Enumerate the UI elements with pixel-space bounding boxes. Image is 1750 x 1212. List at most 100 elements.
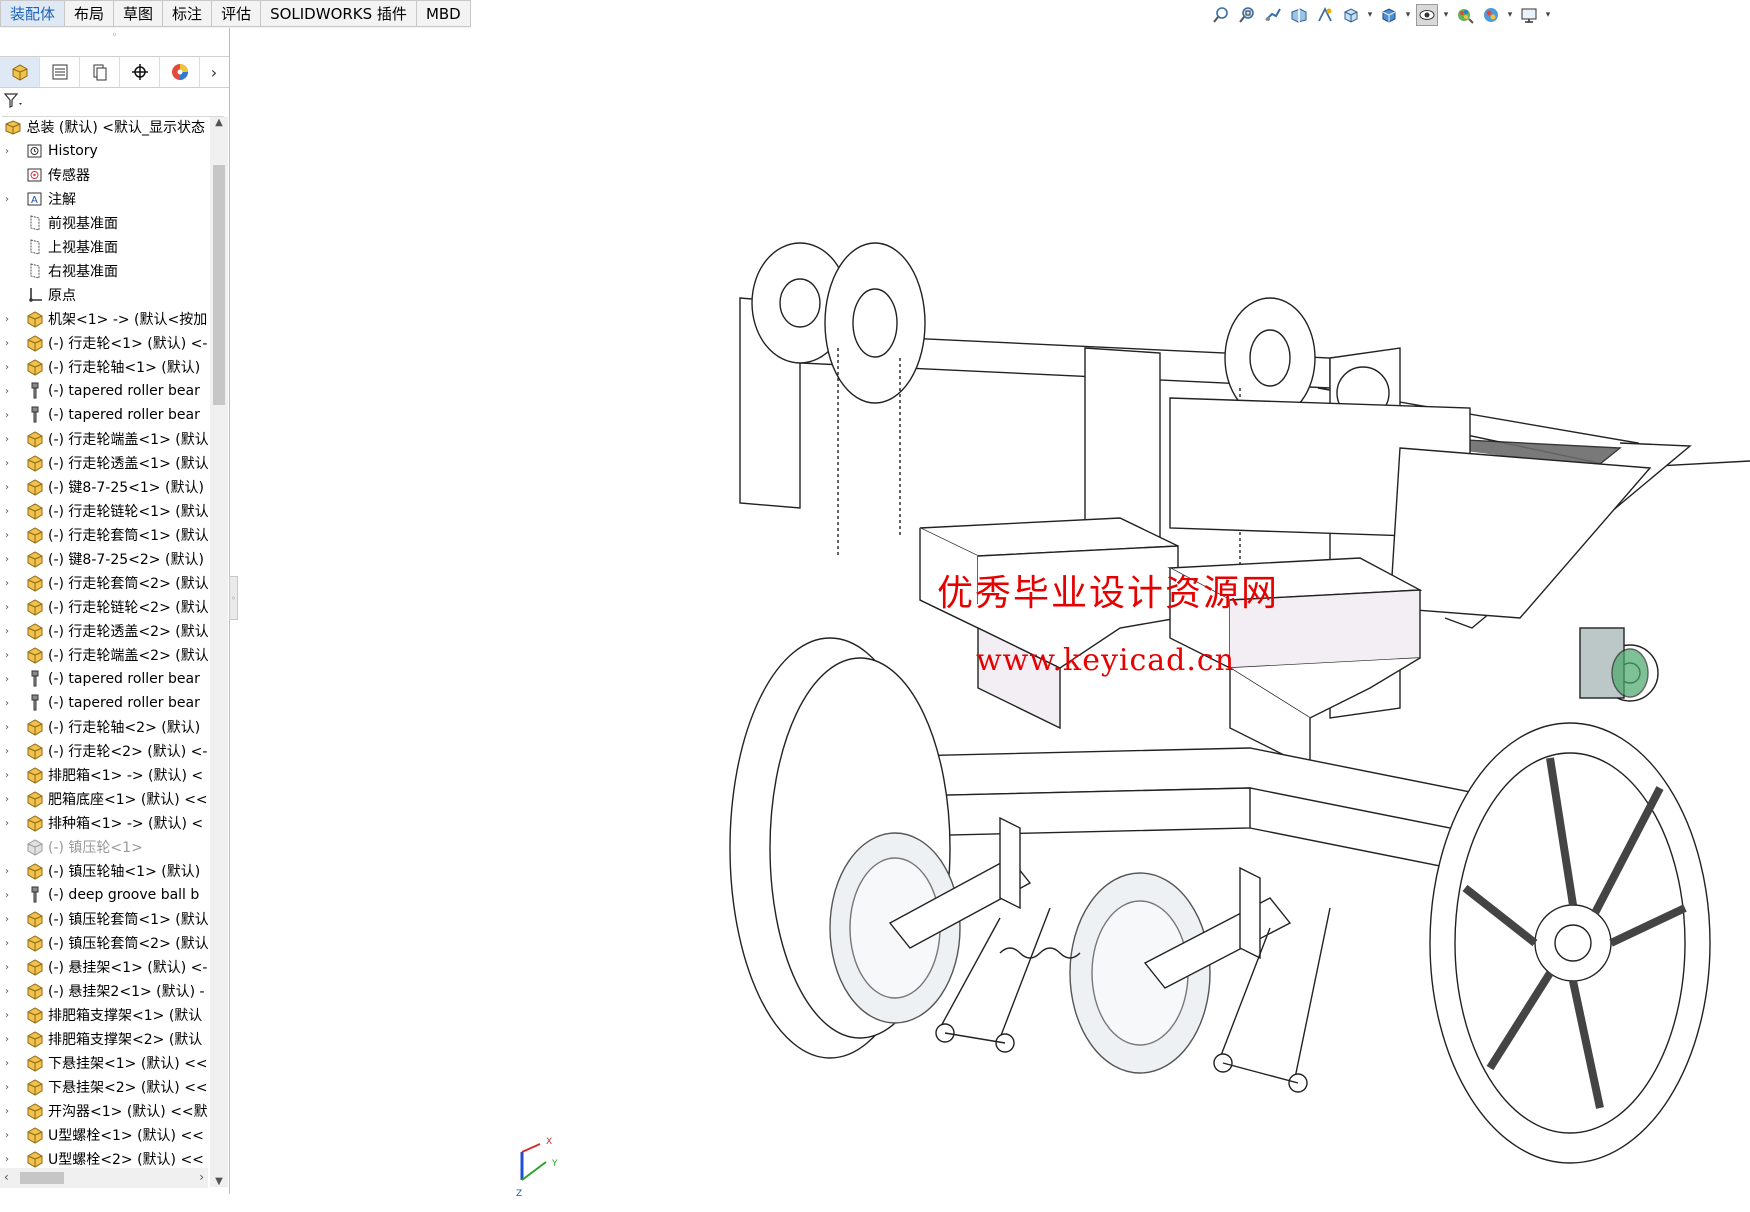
expand-arrow-icon[interactable]: › [0, 770, 14, 781]
expand-arrow-icon[interactable]: › [0, 746, 14, 757]
view-orientation-icon[interactable] [1340, 4, 1362, 26]
tree-item[interactable]: › (-) 行走轮<2> (默认) <- [0, 739, 208, 763]
expand-arrow-icon[interactable]: › [0, 986, 14, 997]
tree-item[interactable]: › (-) 行走轮套筒<2> (默认 [0, 571, 208, 595]
tree-item[interactable]: › History [0, 139, 208, 163]
zoom-area-icon[interactable] [1236, 4, 1258, 26]
tree-horizontal-scrollbar[interactable]: ‹ › [0, 1168, 208, 1188]
tree-item[interactable]: › (-) 行走轮轴<2> (默认) [0, 715, 208, 739]
tree-item[interactable]: › (-) 行走轮链轮<1> (默认 [0, 499, 208, 523]
zoom-to-fit-icon[interactable] [1210, 4, 1232, 26]
tree-item[interactable]: › (-) 行走轮透盖<1> (默认 [0, 451, 208, 475]
apply-scene-icon[interactable] [1480, 4, 1502, 26]
tab-sketch[interactable]: 草图 [114, 0, 164, 27]
expand-arrow-icon[interactable]: › [0, 1106, 14, 1117]
tree-item[interactable]: › (-) 键8-7-25<1> (默认) [0, 475, 208, 499]
feature-filter[interactable] [2, 86, 224, 117]
tree-vertical-scrollbar[interactable]: ▲ ▼ [210, 117, 228, 1187]
tree-item[interactable]: › (-) 行走轮端盖<1> (默认 [0, 427, 208, 451]
scroll-right-arrow[interactable]: › [199, 1170, 204, 1184]
expand-arrow-icon[interactable]: › [0, 338, 14, 349]
expand-arrow-icon[interactable]: › [0, 194, 14, 205]
expand-arrow-icon[interactable]: › [0, 1034, 14, 1045]
scroll-thumb[interactable] [213, 165, 225, 405]
expand-arrow-icon[interactable]: › [0, 410, 14, 421]
featuremanager-tab[interactable] [0, 57, 40, 87]
expand-arrow-icon[interactable]: › [0, 1082, 14, 1093]
expand-arrow-icon[interactable]: › [0, 1154, 14, 1165]
configurationmanager-tab[interactable] [80, 57, 120, 87]
tree-item[interactable]: › (-) 行走轮套筒<1> (默认 [0, 523, 208, 547]
tree-item[interactable]: 右视基准面 [0, 259, 208, 283]
tab-assembly[interactable]: 装配体 [0, 0, 66, 27]
tree-root-assembly[interactable]: 总装 (默认) <默认_显示状态 [4, 117, 205, 139]
expand-arrow-icon[interactable]: › [0, 698, 14, 709]
expand-arrow-icon[interactable]: › [0, 674, 14, 685]
tab-evaluate[interactable]: 评估 [212, 0, 262, 27]
tree-item[interactable]: › (-) 行走轮透盖<2> (默认 [0, 619, 208, 643]
tab-solidworks-addins[interactable]: SOLIDWORKS 插件 [261, 0, 417, 27]
view-settings-icon[interactable] [1518, 4, 1540, 26]
tree-item[interactable]: › (-) tapered roller bear [0, 379, 208, 403]
tree-item[interactable]: › A 注解 [0, 187, 208, 211]
panel-tabs-more-button[interactable]: › [200, 57, 228, 87]
tree-item[interactable]: › (-) 镇压轮轴<1> (默认) [0, 859, 208, 883]
expand-arrow-icon[interactable]: › [0, 602, 14, 613]
tree-item[interactable]: › (-) 行走轮轴<1> (默认) [0, 355, 208, 379]
section-view-icon[interactable] [1288, 4, 1310, 26]
tree-item[interactable]: 上视基准面 [0, 235, 208, 259]
graphics-area[interactable]: 优秀毕业设计资源网 www.keyicad.cn X Y Z [240, 28, 1750, 1199]
tree-item[interactable]: 前视基准面 [0, 211, 208, 235]
tree-item[interactable]: › (-) tapered roller bear [0, 691, 208, 715]
scroll-up-arrow[interactable]: ▲ [210, 117, 228, 128]
previous-view-icon[interactable] [1262, 4, 1284, 26]
apply-scene-dropdown[interactable]: ▾ [1506, 10, 1514, 20]
tree-item[interactable]: › 排肥箱支撑架<1> (默认 [0, 1003, 208, 1027]
displaymanager-tab[interactable] [160, 57, 200, 87]
expand-arrow-icon[interactable]: › [0, 938, 14, 949]
tree-item[interactable]: › (-) 行走轮<1> (默认) <- [0, 331, 208, 355]
expand-arrow-icon[interactable]: › [0, 578, 14, 589]
tree-item[interactable]: 原点 [0, 283, 208, 307]
tree-item[interactable]: › (-) tapered roller bear [0, 403, 208, 427]
tree-item[interactable]: › (-) 镇压轮套筒<1> (默认 [0, 907, 208, 931]
expand-arrow-icon[interactable]: › [0, 1130, 14, 1141]
tab-mbd[interactable]: MBD [416, 0, 471, 27]
expand-arrow-icon[interactable]: › [0, 650, 14, 661]
tree-item[interactable]: › 下悬挂架<2> (默认) << [0, 1075, 208, 1099]
expand-arrow-icon[interactable]: › [0, 794, 14, 805]
tree-item[interactable]: › 排种箱<1> -> (默认) < [0, 811, 208, 835]
expand-arrow-icon[interactable]: › [0, 914, 14, 925]
expand-arrow-icon[interactable]: › [0, 890, 14, 901]
expand-arrow-icon[interactable]: › [0, 146, 14, 157]
tree-item[interactable]: 传感器 [0, 163, 208, 187]
hide-show-dropdown[interactable]: ▾ [1442, 10, 1450, 20]
expand-arrow-icon[interactable]: › [0, 722, 14, 733]
tree-item[interactable]: › (-) deep groove ball b [0, 883, 208, 907]
dynamic-annotation-icon[interactable] [1314, 4, 1336, 26]
expand-arrow-icon[interactable]: › [0, 506, 14, 517]
expand-arrow-icon[interactable]: › [0, 1058, 14, 1069]
expand-arrow-icon[interactable]: › [0, 434, 14, 445]
expand-arrow-icon[interactable]: › [0, 362, 14, 373]
expand-arrow-icon[interactable]: › [0, 458, 14, 469]
expand-arrow-icon[interactable]: › [0, 818, 14, 829]
tree-item[interactable]: › (-) tapered roller bear [0, 667, 208, 691]
tree-item[interactable]: › (-) 行走轮链轮<2> (默认 [0, 595, 208, 619]
display-style-icon[interactable] [1378, 4, 1400, 26]
tree-item[interactable]: › (-) 键8-7-25<2> (默认) [0, 547, 208, 571]
expand-arrow-icon[interactable]: › [0, 554, 14, 565]
expand-arrow-icon[interactable]: › [0, 962, 14, 973]
scroll-down-arrow[interactable]: ▼ [210, 1176, 228, 1187]
view-settings-dropdown[interactable]: ▾ [1544, 10, 1552, 20]
tree-item[interactable]: › 排肥箱支撑架<2> (默认 [0, 1027, 208, 1051]
expand-arrow-icon[interactable]: › [0, 386, 14, 397]
hscroll-thumb[interactable] [20, 1172, 64, 1184]
display-style-dropdown[interactable]: ▾ [1404, 10, 1412, 20]
tree-item[interactable]: › 下悬挂架<1> (默认) << [0, 1051, 208, 1075]
tree-item[interactable]: › (-) 行走轮端盖<2> (默认 [0, 643, 208, 667]
expand-arrow-icon[interactable]: › [0, 626, 14, 637]
expand-arrow-icon[interactable]: › [0, 530, 14, 541]
tree-item[interactable]: › (-) 悬挂架2<1> (默认) - [0, 979, 208, 1003]
propertymanager-tab[interactable] [40, 57, 80, 87]
